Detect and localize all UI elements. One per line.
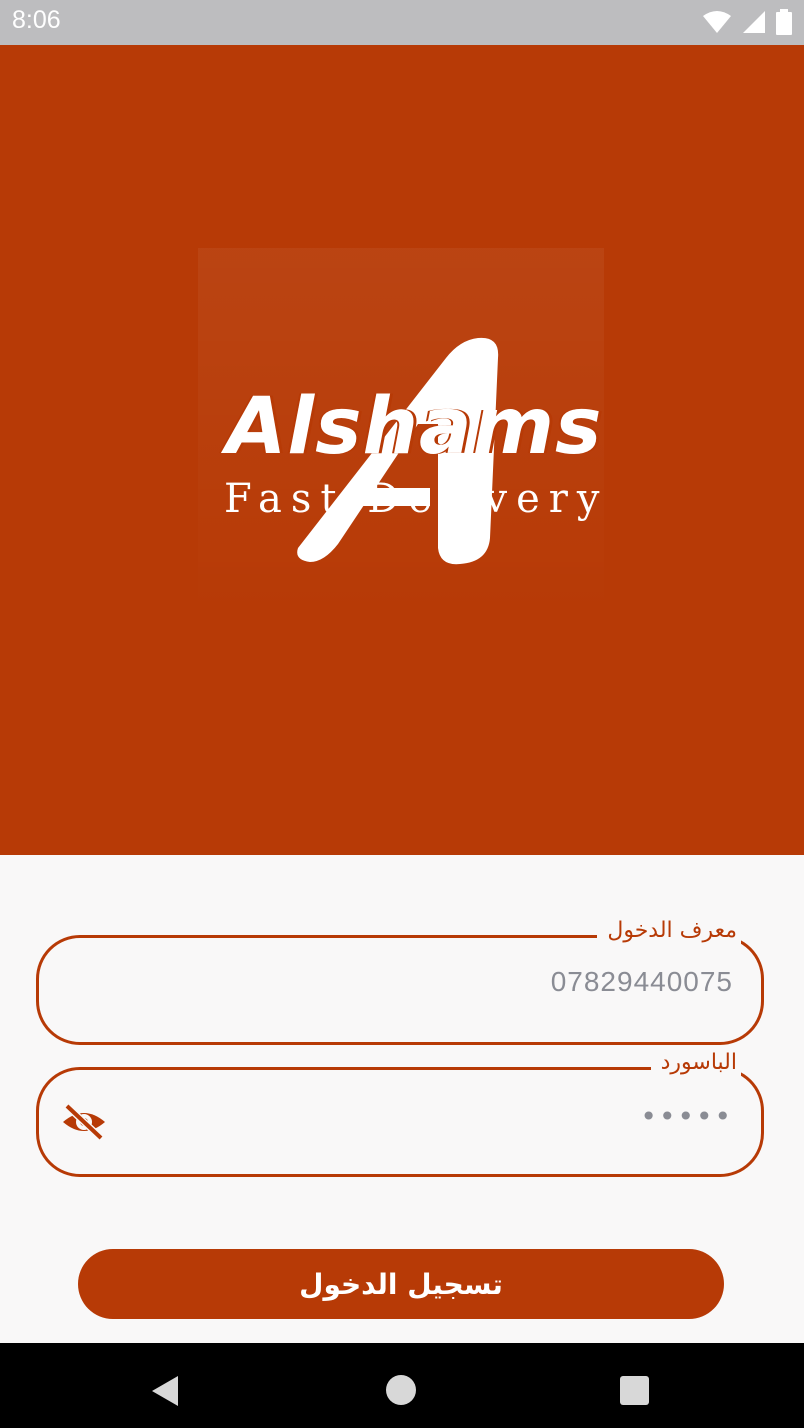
- home-icon[interactable]: [386, 1375, 416, 1405]
- login-id-input[interactable]: 07829440075: [551, 966, 733, 998]
- battery-icon: [776, 9, 792, 35]
- login-id-field[interactable]: معرف الدخول 07829440075: [36, 918, 764, 1045]
- brand-name: Alshams: [226, 382, 603, 472]
- password-field[interactable]: الباسورد •••••: [36, 1050, 764, 1177]
- status-time: 8:06: [12, 6, 61, 34]
- status-icons: [702, 9, 792, 35]
- status-bar: 8:06: [0, 0, 804, 45]
- login-button[interactable]: تسجيل الدخول: [78, 1249, 724, 1319]
- password-label: الباسورد: [650, 1050, 741, 1076]
- recents-icon[interactable]: [620, 1376, 649, 1405]
- back-icon[interactable]: [150, 1375, 180, 1407]
- wifi-icon: [703, 11, 731, 33]
- eye-off-icon[interactable]: [61, 1102, 107, 1142]
- brand-tagline: Fast Delivery: [224, 476, 609, 522]
- login-id-label: معرف الدخول: [597, 918, 741, 944]
- password-input[interactable]: •••••: [640, 1100, 733, 1133]
- cellular-signal-icon: [743, 11, 765, 33]
- login-button-label: تسجيل الدخول: [299, 1267, 503, 1301]
